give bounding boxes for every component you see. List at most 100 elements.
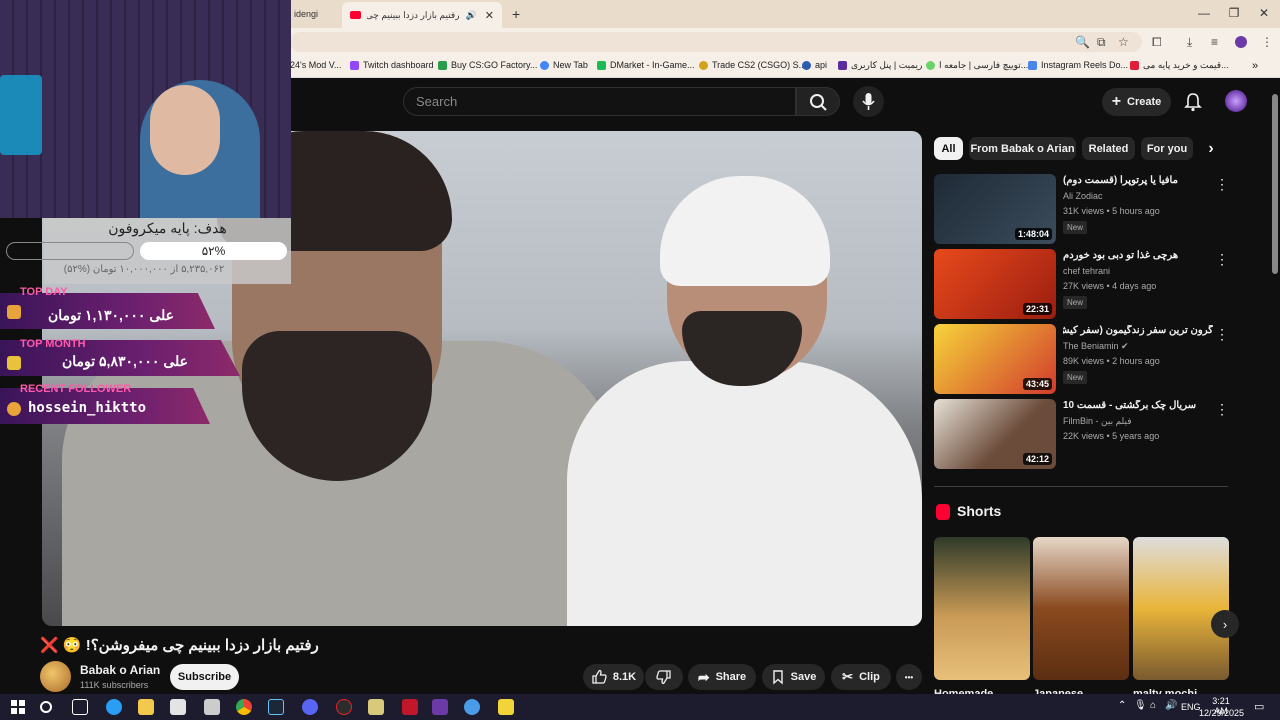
chip-all[interactable]: All: [934, 137, 963, 160]
omnibox[interactable]: [290, 32, 1142, 52]
language-indicator[interactable]: ENG: [1181, 702, 1201, 712]
app-icon[interactable]: [368, 699, 384, 715]
youtube-favicon-icon: [350, 11, 362, 19]
channel-name[interactable]: The Beniamin ✔: [1063, 341, 1129, 352]
channel-name[interactable]: FilmBin - فیلم بین: [1063, 416, 1132, 427]
volume-icon[interactable]: 🔊: [1165, 700, 1177, 711]
search-input[interactable]: Search: [403, 87, 796, 116]
file-explorer-icon[interactable]: [138, 699, 154, 715]
app-icon[interactable]: [432, 699, 448, 715]
chip-for-you[interactable]: For you: [1141, 137, 1193, 160]
create-button[interactable]: + Create: [1102, 88, 1171, 116]
chip-related[interactable]: Related: [1082, 137, 1135, 160]
recommendation-item[interactable]: 43:45 گرون ترین سفر زندگیمون (سفر کیش) 🆒…: [934, 324, 1234, 394]
extensions-icon[interactable]: ⧠: [1152, 35, 1162, 50]
short-thumbnail[interactable]: [934, 537, 1030, 680]
dislike-button[interactable]: [645, 664, 683, 690]
short-thumbnail[interactable]: [1133, 537, 1229, 680]
download-icon[interactable]: ⤓: [1187, 35, 1192, 50]
profile-icon[interactable]: [1235, 36, 1247, 48]
tab-audio-icon: 🔊: [465, 9, 477, 20]
video-thumbnail[interactable]: 22:31: [934, 249, 1056, 319]
channel-name[interactable]: chef tehrani: [1063, 266, 1110, 276]
clock-date[interactable]: 12/29/2025: [1199, 708, 1244, 718]
voice-search-button[interactable]: [853, 86, 884, 117]
video-title[interactable]: مافیا یا پرتوپرا (قسمت دوم): [1063, 175, 1213, 186]
notification-center-icon[interactable]: ▭: [1254, 700, 1264, 713]
recent-follower-label: RECENT FOLLOWER: [20, 383, 132, 395]
bookmark-item[interactable]: قیمت و خرید پایه می...: [1130, 60, 1229, 71]
media-icon[interactable]: ≡: [1211, 35, 1218, 49]
more-bookmarks-icon[interactable]: »: [1252, 60, 1258, 72]
more-options-icon[interactable]: ⋮: [1215, 176, 1229, 193]
edge-icon[interactable]: [106, 699, 122, 715]
store-icon[interactable]: [170, 699, 186, 715]
windows-start-icon[interactable]: [10, 699, 26, 715]
subscribe-button[interactable]: Subscribe: [170, 664, 239, 690]
close-tab-icon[interactable]: ✕: [485, 9, 494, 22]
app-icon[interactable]: [464, 699, 480, 715]
task-view-icon[interactable]: [72, 699, 88, 715]
bookmark-item[interactable]: Trade CS2 (CSGO) S...: [699, 60, 806, 70]
more-options-icon[interactable]: ⋮: [1215, 326, 1229, 343]
account-avatar[interactable]: [1225, 90, 1247, 112]
restore-icon[interactable]: ❐: [1224, 6, 1244, 20]
new-tab-button[interactable]: +: [504, 3, 528, 25]
video-thumbnail[interactable]: 43:45: [934, 324, 1056, 394]
more-options-icon[interactable]: ⋮: [1215, 251, 1229, 268]
channel-name[interactable]: Babak o Arian: [80, 663, 160, 677]
clip-button[interactable]: ✂ Clip: [831, 664, 891, 690]
close-window-icon[interactable]: ✕: [1254, 6, 1274, 20]
bookmark-item[interactable]: Twitch dashboard: [350, 60, 434, 70]
bookmark-star-icon[interactable]: ☆: [1118, 35, 1129, 49]
bookmark-item[interactable]: New Tab: [540, 60, 588, 70]
video-title[interactable]: گرون ترین سفر زندگیمون (سفر کیش) 🆒: [1063, 325, 1213, 336]
install-icon[interactable]: ⧉: [1097, 35, 1106, 50]
steam-taskbar-icon[interactable]: [268, 699, 284, 715]
app-icon[interactable]: [498, 699, 514, 715]
bookmark-item[interactable]: DMarket - In-Game...: [597, 60, 695, 70]
bookmark-item[interactable]: Instagram Reels Do...: [1028, 60, 1128, 70]
more-options-icon[interactable]: ⋮: [1215, 401, 1229, 418]
app-icon[interactable]: [402, 699, 418, 715]
video-title[interactable]: سریال چک برگشتی - قسمت 10: [1063, 400, 1213, 411]
menu-icon[interactable]: ⋮: [1261, 35, 1273, 49]
video-thumbnail[interactable]: 1:48:04: [934, 174, 1056, 244]
obs-icon[interactable]: [336, 699, 352, 715]
chrome-icon[interactable]: [236, 699, 252, 715]
discord-icon[interactable]: [302, 699, 318, 715]
share-button[interactable]: ➦ Share: [688, 664, 756, 690]
recommendation-item[interactable]: 1:48:04 مافیا یا پرتوپرا (قسمت دوم) Ali …: [934, 174, 1234, 244]
bookmark-item[interactable]: ریمیت | پنل کاربری: [838, 60, 922, 71]
minimize-icon[interactable]: —: [1194, 6, 1214, 20]
recommendation-item[interactable]: 42:12 سریال چک برگشتی - قسمت 10 FilmBin …: [934, 399, 1234, 469]
like-button[interactable]: 8.1K: [583, 664, 644, 690]
search-taskbar-icon[interactable]: [40, 701, 52, 713]
bookmark-item[interactable]: api: [802, 60, 827, 70]
scroll-thumb[interactable]: [1272, 94, 1278, 274]
recommendation-item[interactable]: 22:31 هرچی غذا تو دبی بود خوردم chef teh…: [934, 249, 1234, 319]
tab-previous[interactable]: idengi: [286, 3, 326, 25]
more-actions-button[interactable]: •••: [896, 664, 922, 690]
notifications-button[interactable]: [1184, 92, 1202, 112]
tray-chevron-icon[interactable]: ⌃: [1118, 700, 1126, 711]
network-icon[interactable]: ⌂: [1150, 700, 1156, 711]
channel-avatar[interactable]: [40, 661, 71, 692]
video-title[interactable]: هرچی غذا تو دبی بود خوردم: [1063, 250, 1213, 261]
zoom-icon[interactable]: 🔍: [1075, 35, 1090, 49]
bookmark-item[interactable]: توییچ فارسی | جامعه ا...: [926, 60, 1028, 71]
video-thumbnail[interactable]: 42:12: [934, 399, 1056, 469]
shorts-next-icon[interactable]: ›: [1211, 610, 1239, 638]
page-scrollbar[interactable]: [1270, 80, 1280, 692]
short-thumbnail[interactable]: [1033, 537, 1129, 680]
mail-icon[interactable]: [204, 699, 220, 715]
chip-from-channel[interactable]: From Babak o Arian: [969, 137, 1076, 160]
channel-name[interactable]: Ali Zodiac: [1063, 191, 1103, 201]
search-button[interactable]: [796, 87, 840, 116]
bookmark-item[interactable]: 24's Mod V...: [290, 60, 341, 70]
bookmark-item[interactable]: Buy CS:GO Factory...: [438, 60, 537, 70]
tab-active[interactable]: رفتیم بازار دزدا ببینیم چی میف 🔊 ✕: [342, 2, 502, 28]
mic-tray-icon[interactable]: 🎙: [1134, 700, 1147, 711]
save-button[interactable]: Save: [762, 664, 825, 690]
chips-next-icon[interactable]: ›: [1197, 137, 1225, 160]
